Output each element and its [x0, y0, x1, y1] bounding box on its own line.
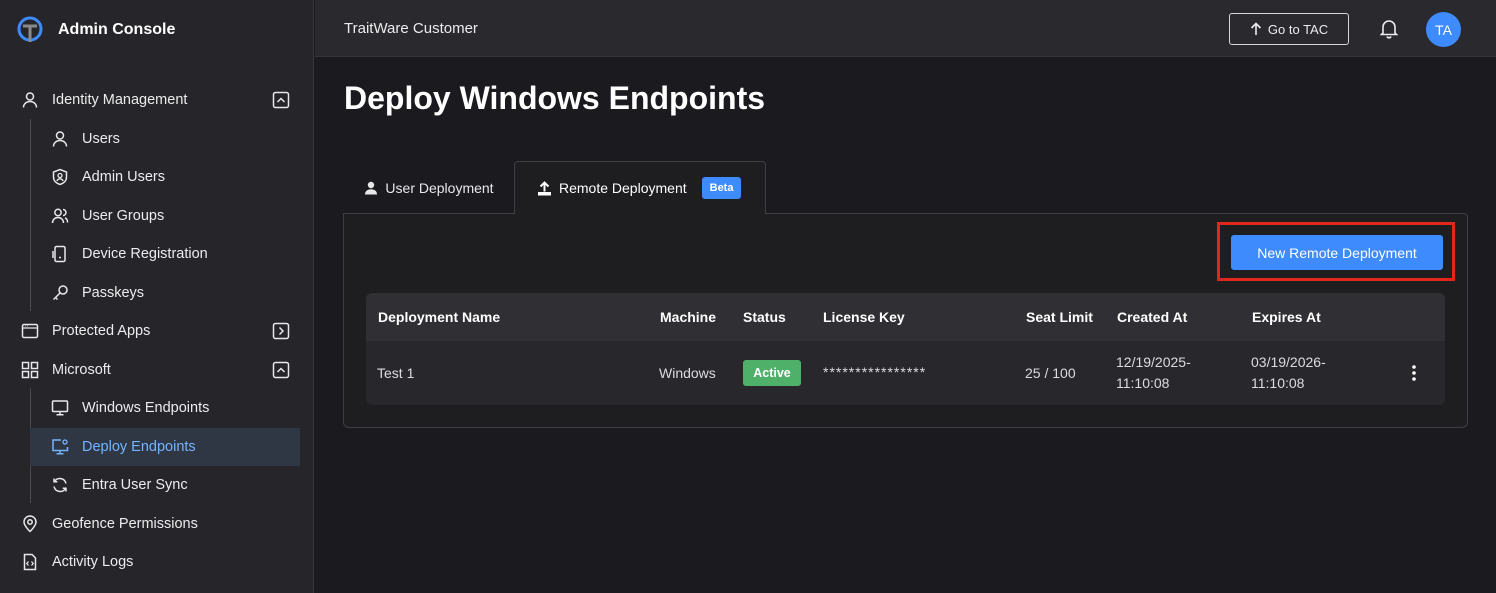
traitware-logo-icon [17, 16, 43, 42]
page-title: Deploy Windows Endpoints [344, 80, 766, 116]
beta-badge: Beta [701, 177, 742, 199]
sidebar-item-protected-apps[interactable]: Protected Apps [0, 312, 314, 351]
sidebar-item-geofence-permissions[interactable]: Geofence Permissions [0, 505, 314, 544]
sidebar-item-activity-logs[interactable]: Activity Logs [0, 543, 314, 582]
avatar[interactable]: TA [1426, 12, 1461, 47]
go-to-tac-button[interactable]: Go to TAC [1229, 13, 1349, 45]
tab-user-deployment[interactable]: User Deployment [344, 162, 514, 214]
created-at-time: 11:10:08 [1116, 375, 1170, 391]
sidebar-item-identity-management[interactable]: Identity Management [0, 81, 314, 120]
sidebar-item-label: Protected Apps [52, 323, 151, 340]
column-header-status[interactable]: Status [743, 309, 786, 325]
table-row[interactable]: Test 1 Windows Active **************** 2… [366, 341, 1445, 405]
table-header: Deployment Name Machine Status License K… [366, 293, 1445, 341]
collapse-icon[interactable] [272, 91, 290, 109]
arrow-up-icon [1250, 22, 1261, 35]
sidebar-item-label: Identity Management [52, 92, 188, 109]
sidebar-item-passkeys[interactable]: Passkeys [30, 274, 300, 313]
more-options-icon[interactable] [1406, 364, 1422, 382]
status-badge: Active [743, 360, 801, 386]
sidebar-item-windows-endpoints[interactable]: Windows Endpoints [30, 389, 300, 428]
key-icon [50, 283, 70, 303]
expand-icon[interactable] [272, 322, 290, 340]
device-icon [50, 244, 70, 264]
sidebar-item-label: Passkeys [82, 284, 145, 301]
browser-window-icon [20, 321, 40, 341]
tab-label: Remote Deployment [559, 180, 687, 196]
sidebar-item-microsoft[interactable]: Microsoft [0, 351, 314, 390]
expires-at-time: 11:10:08 [1251, 375, 1305, 391]
column-header-license-key[interactable]: License Key [823, 309, 905, 325]
license-key-cell: **************** [823, 364, 927, 380]
shield-user-icon [50, 167, 70, 187]
file-code-icon [20, 552, 40, 572]
sync-icon [50, 475, 70, 495]
brand[interactable]: Admin Console [16, 14, 175, 46]
expires-at-date: 03/19/2026- [1251, 354, 1326, 370]
column-header-machine[interactable]: Machine [660, 309, 716, 325]
bell-icon[interactable] [1378, 17, 1400, 39]
sidebar: Admin Console Identity Management Users [0, 0, 314, 593]
sidebar-item-label: Geofence Permissions [52, 515, 198, 532]
collapse-icon[interactable] [272, 361, 290, 379]
sidebar-item-label: Entra User Sync [82, 477, 188, 494]
location-pin-icon [20, 514, 40, 534]
deployments-table: Deployment Name Machine Status License K… [366, 293, 1445, 405]
monitor-gear-icon [50, 437, 70, 457]
user-icon [20, 90, 40, 110]
seat-limit-cell: 25 / 100 [1025, 365, 1076, 381]
sidebar-item-label: Admin Users [82, 169, 165, 186]
column-header-expires-at[interactable]: Expires At [1252, 309, 1321, 325]
go-to-tac-label: Go to TAC [1267, 21, 1329, 37]
brand-name: Admin Console [58, 21, 176, 38]
tab-remote-deployment[interactable]: Remote Deployment Beta [514, 161, 766, 214]
upload-icon [538, 180, 551, 195]
sidebar-item-label: User Groups [82, 207, 165, 224]
tab-label: User Deployment [385, 180, 494, 196]
created-at-date: 12/19/2025- [1116, 354, 1191, 370]
sidebar-item-label: Windows Endpoints [82, 400, 210, 417]
column-header-deployment-name[interactable]: Deployment Name [378, 309, 500, 325]
sidebar-nav: Identity Management Users Admin Users Us… [0, 81, 314, 582]
users-icon [50, 206, 70, 226]
column-header-seat-limit[interactable]: Seat Limit [1026, 309, 1093, 325]
sidebar-item-deploy-endpoints[interactable]: Deploy Endpoints [30, 427, 300, 466]
sidebar-item-label: Microsoft [52, 361, 111, 378]
sidebar-item-label: Activity Logs [52, 554, 134, 571]
sidebar-item-label: Users [82, 130, 120, 147]
sidebar-item-admin-users[interactable]: Admin Users [30, 158, 300, 197]
deployment-name-cell: Test 1 [377, 365, 415, 381]
sidebar-item-users[interactable]: Users [30, 120, 300, 159]
tenant-name: TraitWare Customer [344, 20, 478, 37]
monitor-icon [50, 398, 70, 418]
sidebar-item-user-groups[interactable]: User Groups [30, 197, 300, 236]
app-root: Admin Console Identity Management Users [0, 0, 1496, 593]
top-bar: TraitWare Customer Go to TAC TA [315, 0, 1496, 57]
user-icon [50, 129, 70, 149]
sidebar-item-device-registration[interactable]: Device Registration [30, 235, 300, 274]
column-header-created-at[interactable]: Created At [1117, 309, 1187, 325]
grid-icon [20, 360, 40, 380]
sidebar-item-label: Deploy Endpoints [82, 438, 196, 455]
sidebar-item-label: Device Registration [82, 246, 208, 263]
sidebar-item-entra-user-sync[interactable]: Entra User Sync [30, 466, 300, 505]
machine-cell: Windows [659, 365, 716, 381]
user-solid-icon [365, 181, 378, 195]
new-remote-deployment-button[interactable]: New Remote Deployment [1231, 235, 1443, 270]
